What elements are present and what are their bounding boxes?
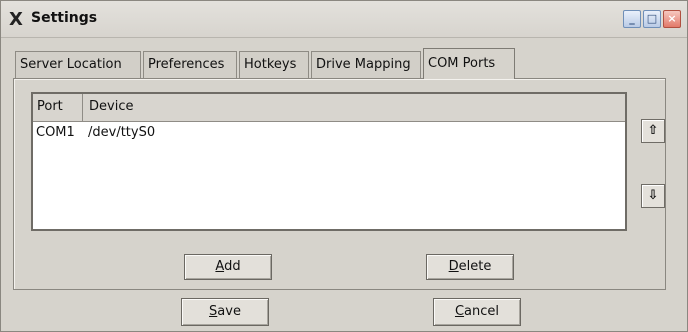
- maximize-icon[interactable]: □: [643, 10, 661, 28]
- cancel-button[interactable]: Cancel: [433, 298, 521, 326]
- delete-mnemonic: D: [448, 259, 459, 274]
- tab-preferences[interactable]: Preferences: [143, 51, 237, 78]
- save-label-rest: ave: [217, 304, 241, 319]
- save-button[interactable]: Save: [181, 298, 269, 326]
- add-label-rest: dd: [224, 259, 241, 274]
- window-title: Settings: [31, 10, 98, 26]
- move-down-button[interactable]: ⇩: [641, 184, 665, 208]
- column-header-device[interactable]: Device: [85, 94, 133, 121]
- arrow-down-icon: ⇩: [647, 188, 659, 203]
- cancel-label-rest: ancel: [464, 304, 500, 319]
- tab-hotkeys[interactable]: Hotkeys: [239, 51, 309, 78]
- cancel-mnemonic: C: [454, 304, 465, 319]
- close-icon[interactable]: ×: [663, 10, 681, 28]
- add-mnemonic: A: [215, 259, 225, 274]
- list-header: Port Device: [33, 94, 625, 122]
- minimize-icon[interactable]: _: [623, 10, 641, 28]
- com-ports-list[interactable]: Port Device COM1 /dev/ttyS0: [31, 92, 627, 231]
- port-cell: COM1: [36, 125, 75, 140]
- device-cell: /dev/ttyS0: [88, 125, 156, 140]
- delete-label-rest: elete: [458, 259, 492, 274]
- tab-com-ports[interactable]: COM Ports: [423, 48, 515, 79]
- tab-server-location[interactable]: Server Location: [15, 51, 141, 78]
- list-item[interactable]: COM1 /dev/ttyS0: [33, 122, 625, 144]
- add-button[interactable]: Add: [184, 254, 272, 280]
- tab-drive-mapping[interactable]: Drive Mapping: [311, 51, 421, 78]
- title-bar[interactable]: X Settings _ □ ×: [1, 1, 687, 38]
- settings-window: X Settings _ □ × Server Location Prefere…: [0, 0, 688, 332]
- app-x-icon: X: [9, 9, 23, 30]
- arrow-up-icon: ⇧: [647, 123, 659, 138]
- delete-button[interactable]: Delete: [426, 254, 514, 280]
- move-up-button[interactable]: ⇧: [641, 119, 665, 143]
- column-header-port[interactable]: Port: [33, 94, 83, 121]
